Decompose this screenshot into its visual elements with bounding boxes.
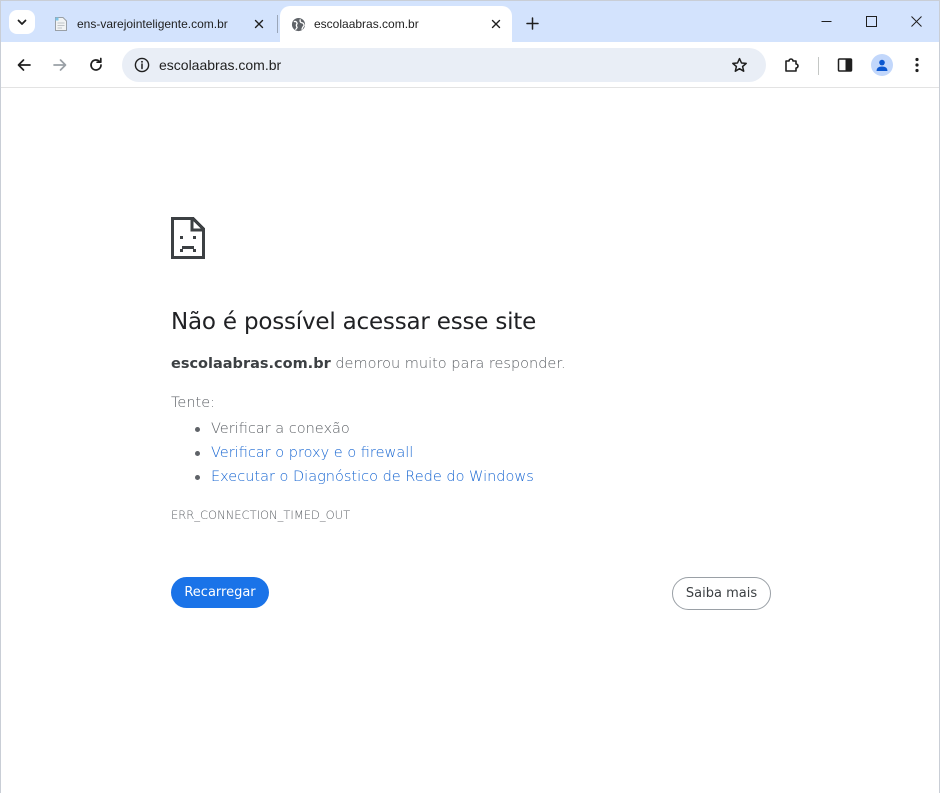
chevron-down-icon [17,19,27,25]
globe-icon [290,16,306,32]
forward-button[interactable] [46,51,74,79]
kebab-menu-icon [915,57,919,73]
window-close-button[interactable] [893,1,939,41]
profile-avatar[interactable] [871,54,893,76]
site-info-icon[interactable] [132,55,152,75]
puzzle-icon [785,58,799,72]
close-icon [910,15,922,27]
suggestion-check-connection: Verificar a conexão [191,417,534,441]
tab-escolaabras[interactable]: escolaabras.com.br [280,6,512,42]
toolbar-divider [818,57,819,75]
tab-title: ens-varejointeligente.com.br [77,17,228,31]
address-bar[interactable]: escolaabras.com.br [122,48,766,82]
maximize-icon [865,15,877,27]
try-label: Tente: [171,395,215,411]
bookmark-star-icon[interactable] [729,55,749,75]
side-panel-button[interactable] [831,51,859,79]
browser-window: ens-varejointeligente.com.br escolaabras… [0,0,940,793]
minimize-icon [821,20,831,22]
user-icon [876,59,888,71]
back-button[interactable] [10,51,38,79]
tab-strip: ens-varejointeligente.com.br escolaabras… [1,1,939,42]
tab-search-button[interactable] [9,10,35,34]
tab-separator [277,15,278,33]
learn-more-button[interactable]: Saiba mais [672,577,771,610]
error-summary-text: demorou muito para responder. [330,356,566,372]
extensions-button[interactable] [778,51,806,79]
side-panel-icon [837,58,853,72]
error-summary: escolaabras.com.br demorou muito para re… [171,356,566,372]
close-tab-button[interactable] [486,14,506,34]
close-icon [491,19,501,29]
suggestion-check-proxy-link[interactable]: Verificar o proxy e o firewall [191,441,534,465]
close-icon [254,19,264,29]
error-heading: Não é possível acessar esse site [171,309,537,335]
minimize-button[interactable] [803,1,849,41]
tab-title: escolaabras.com.br [314,17,419,31]
reload-page-button[interactable]: Recarregar [171,577,269,608]
menu-button[interactable] [903,51,931,79]
plus-icon [525,16,539,30]
error-page: Não é possível acessar esse site escolaa… [1,89,939,793]
suggestion-run-diagnostics-link[interactable]: Executar o Diagnóstico de Rede do Window… [191,465,534,489]
url-text[interactable]: escolaabras.com.br [159,57,281,73]
arrow-left-icon [17,59,31,71]
new-tab-button[interactable] [520,12,544,34]
reload-button[interactable] [82,51,110,79]
page-icon [53,16,69,32]
sad-document-icon [171,217,205,264]
maximize-button[interactable] [848,1,894,41]
toolbar: escolaabras.com.br [1,42,939,88]
error-domain: escolaabras.com.br [171,356,331,372]
arrow-right-icon [53,59,67,71]
tab-ens-varejointeligente[interactable]: ens-varejointeligente.com.br [43,6,275,42]
reload-icon [90,57,102,71]
suggestions-list: Verificar a conexão Verificar o proxy e … [191,417,534,489]
close-tab-button[interactable] [249,14,269,34]
error-code: ERR_CONNECTION_TIMED_OUT [171,508,351,522]
